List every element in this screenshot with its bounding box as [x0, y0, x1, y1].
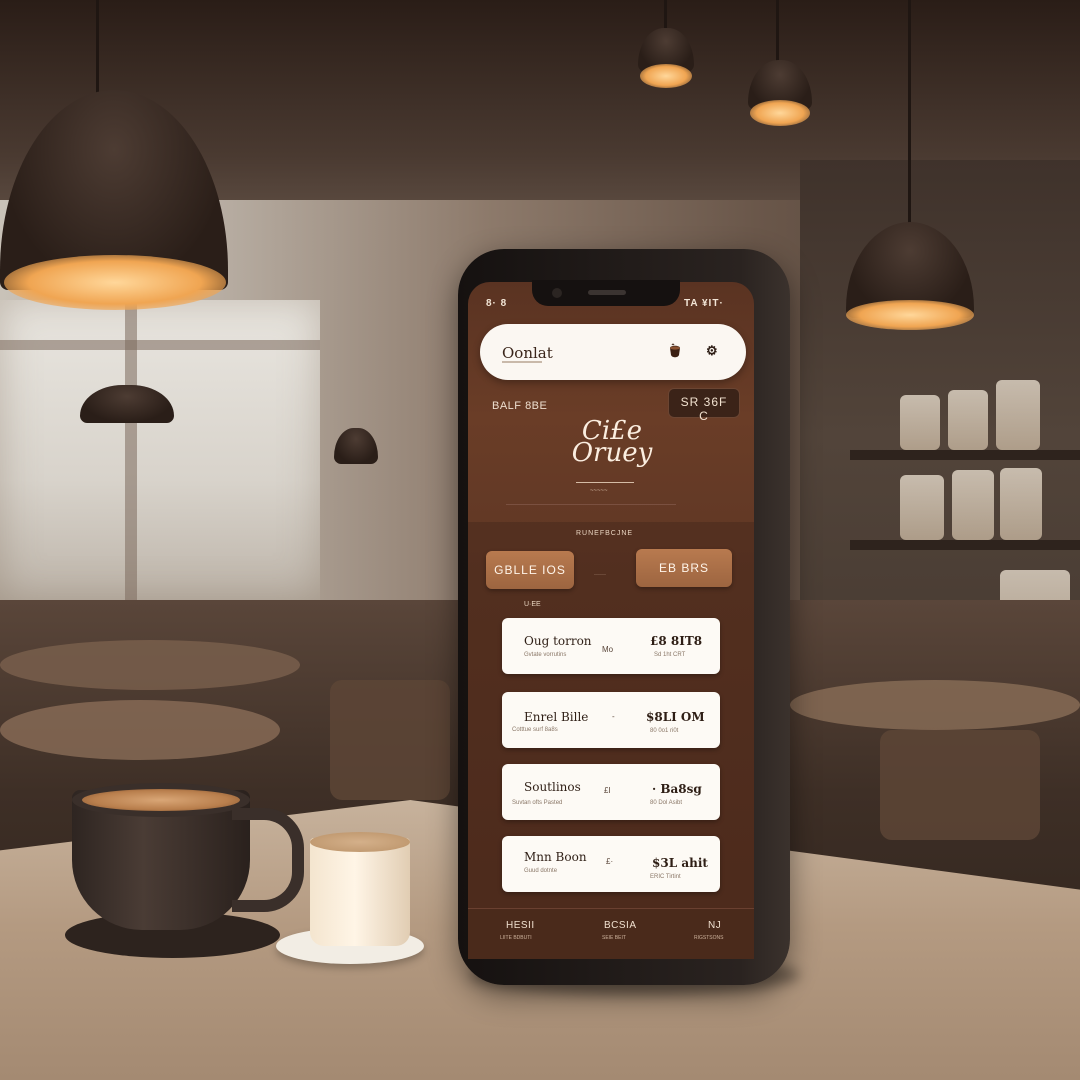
window-frame — [0, 340, 320, 350]
lamp-glow — [640, 64, 692, 88]
shelf-jar — [952, 470, 994, 540]
earpiece — [588, 290, 626, 295]
menu-item-meta: £· — [606, 857, 614, 866]
action-separator-text: ······ — [594, 572, 606, 578]
menu-item-price-note: 80 0o1 ri0t — [650, 728, 679, 734]
coffee-cup-icon[interactable] — [666, 342, 684, 360]
lamp-glow — [846, 300, 974, 330]
menu-item-meta: £I — [604, 786, 611, 795]
nav-item-home-sub: LIITE BDBUTI — [500, 935, 532, 941]
espresso-cup — [310, 838, 410, 946]
logo-line-2: Oruey — [571, 438, 653, 468]
search-underline — [502, 361, 542, 363]
lamp-glow — [750, 100, 810, 126]
logo-underline — [576, 482, 634, 483]
shelf-jar — [996, 380, 1040, 450]
section-label: RUNEFBCJNE — [576, 530, 634, 537]
front-camera — [552, 288, 562, 298]
lamp-cord — [908, 0, 911, 230]
lamp-cord — [96, 0, 99, 95]
menu-item-price: $8LI OM — [646, 710, 705, 724]
menu-item-price: $3L ahit — [652, 856, 708, 870]
nav-item-menu[interactable]: BCSIA — [604, 920, 637, 931]
logo-tagline: ~~~~~ — [590, 488, 608, 494]
background-chair — [880, 730, 1040, 840]
status-indicators: TA ¥IT· — [684, 298, 724, 309]
menu-item-price: · Ba8sg — [652, 782, 702, 796]
menu-item-price-note: 80 Dol Asibt — [650, 800, 683, 806]
background-table — [0, 700, 280, 760]
shelf-jar — [1000, 468, 1042, 540]
nav-item-profile-sub: RIGSTSONS — [694, 935, 724, 941]
menu-item-name: Enrel Bille — [524, 710, 589, 724]
menu-item-desc: Cotttue surf 8a8s — [512, 727, 558, 733]
menu-item-price-note: Sd 1ht CRT — [654, 652, 686, 658]
menu-item-meta: - — [612, 712, 615, 721]
shelf-jar — [900, 395, 940, 450]
menu-item-price: £8 8IT8 — [650, 634, 703, 648]
lamp-glow — [4, 255, 226, 310]
divider — [506, 504, 676, 505]
espresso-rim — [310, 832, 410, 852]
nav-item-profile[interactable]: NJ — [708, 920, 721, 931]
action-button-right[interactable]: EB BRS — [636, 549, 732, 587]
latte-surface — [82, 789, 240, 811]
nav-item-menu-sub: SEIE BEIT — [602, 935, 626, 941]
shelf-jar — [948, 390, 988, 450]
price-chip-label: SR 36F C — [680, 395, 728, 423]
menu-item-desc: Suvtan ofts Pasted — [512, 800, 563, 806]
shelf-jar — [900, 475, 944, 540]
background-table — [790, 680, 1080, 730]
hero-label: BALF 8BE — [492, 400, 548, 412]
cafe-logo: Ci£e Oruey — [562, 418, 662, 468]
nav-item-home[interactable]: HESII — [506, 920, 535, 931]
menu-item-desc: Guud dotnte — [524, 868, 558, 874]
lamp-cord — [776, 0, 779, 62]
shelf — [850, 540, 1080, 550]
list-label: U·EE — [524, 601, 541, 608]
lamp-cord — [664, 0, 667, 30]
menu-item-desc: Gvtate vorrutins — [524, 652, 567, 658]
status-time: 8· 8 — [486, 298, 508, 309]
menu-item-meta: Mo — [602, 645, 614, 654]
background-table — [0, 640, 300, 690]
gear-icon[interactable]: ⚙ — [706, 343, 718, 359]
shelf — [850, 450, 1080, 460]
background-chair — [330, 680, 450, 800]
mug-handle — [232, 808, 304, 912]
bottom-nav — [468, 908, 754, 959]
menu-item-name: Oug torron — [524, 634, 592, 648]
menu-item-name: Soutlinos — [524, 780, 581, 794]
menu-item-price-note: ERIC Tirtint — [650, 874, 681, 880]
action-button-left[interactable]: GBLLE IOS — [486, 551, 574, 589]
menu-item-name: Mnn Boon — [524, 850, 587, 864]
search-text: Oonlat — [502, 344, 553, 362]
